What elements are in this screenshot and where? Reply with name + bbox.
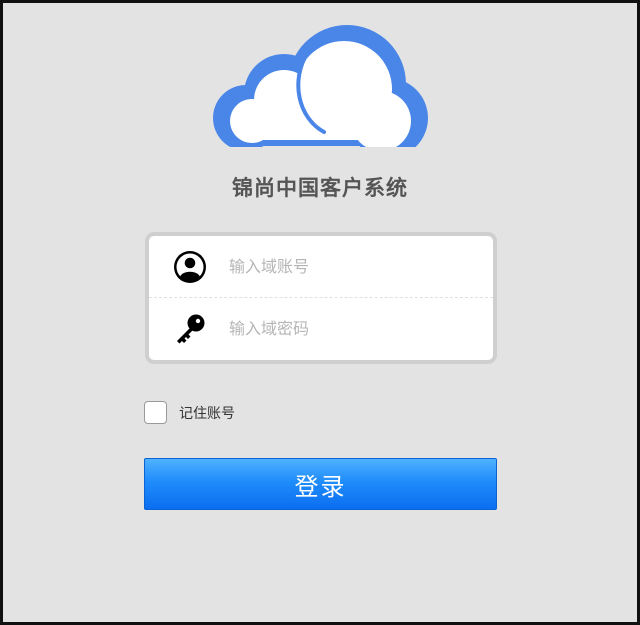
app-title: 锦尚中国客户系统 — [232, 176, 408, 200]
cloud-icon — [213, 25, 428, 147]
password-input[interactable] — [229, 312, 479, 344]
password-row — [149, 298, 493, 359]
login-button[interactable]: 登录 — [144, 458, 497, 510]
remember-label: 记住账号 — [179, 406, 235, 422]
user-icon — [174, 251, 206, 283]
username-row — [149, 236, 493, 297]
remember-checkbox[interactable] — [144, 401, 167, 424]
key-icon — [177, 314, 205, 344]
username-input[interactable] — [229, 250, 479, 282]
login-form — [145, 232, 497, 364]
